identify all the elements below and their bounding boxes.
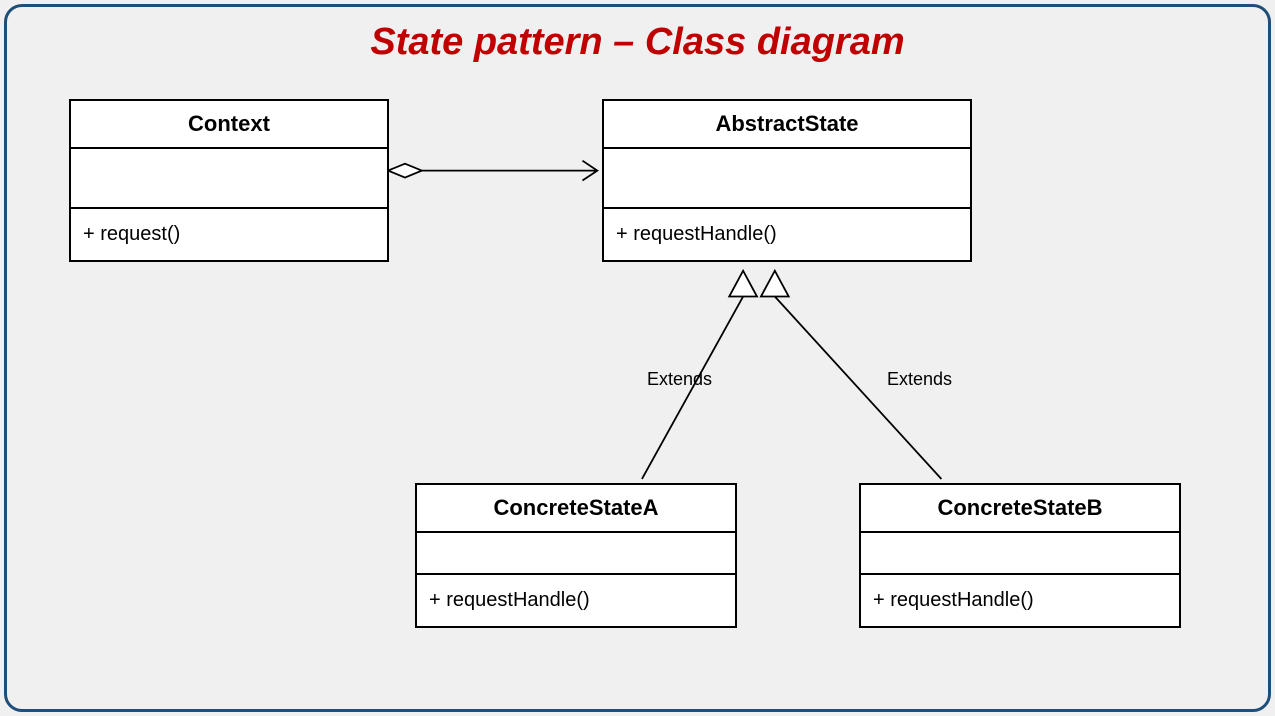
class-context-ops: + request() <box>71 209 387 260</box>
diagram-frame: State pattern – Class diagram Extends Ex… <box>4 4 1271 712</box>
extends-label-a: Extends <box>647 369 712 390</box>
class-context: Context + request() <box>69 99 389 262</box>
class-concretestate-a-attrs <box>417 533 735 575</box>
class-concretestate-b-name: ConcreteStateB <box>861 485 1179 533</box>
class-context-attrs <box>71 149 387 209</box>
class-abstractstate-attrs <box>604 149 970 209</box>
class-abstractstate-ops: + requestHandle() <box>604 209 970 260</box>
class-abstractstate-name: AbstractState <box>604 101 970 149</box>
diagram-title: State pattern – Class diagram <box>7 21 1268 64</box>
class-concretestate-b-ops: + requestHandle() <box>861 575 1179 626</box>
class-concretestate-b-attrs <box>861 533 1179 575</box>
context-to-abstract-connector <box>388 161 597 181</box>
extends-label-b: Extends <box>887 369 952 390</box>
class-concretestate-a-name: ConcreteStateA <box>417 485 735 533</box>
class-concretestate-a: ConcreteStateA + requestHandle() <box>415 483 737 628</box>
class-concretestate-a-ops: + requestHandle() <box>417 575 735 626</box>
class-concretestate-b: ConcreteStateB + requestHandle() <box>859 483 1181 628</box>
class-abstractstate: AbstractState + requestHandle() <box>602 99 972 262</box>
class-context-name: Context <box>71 101 387 149</box>
